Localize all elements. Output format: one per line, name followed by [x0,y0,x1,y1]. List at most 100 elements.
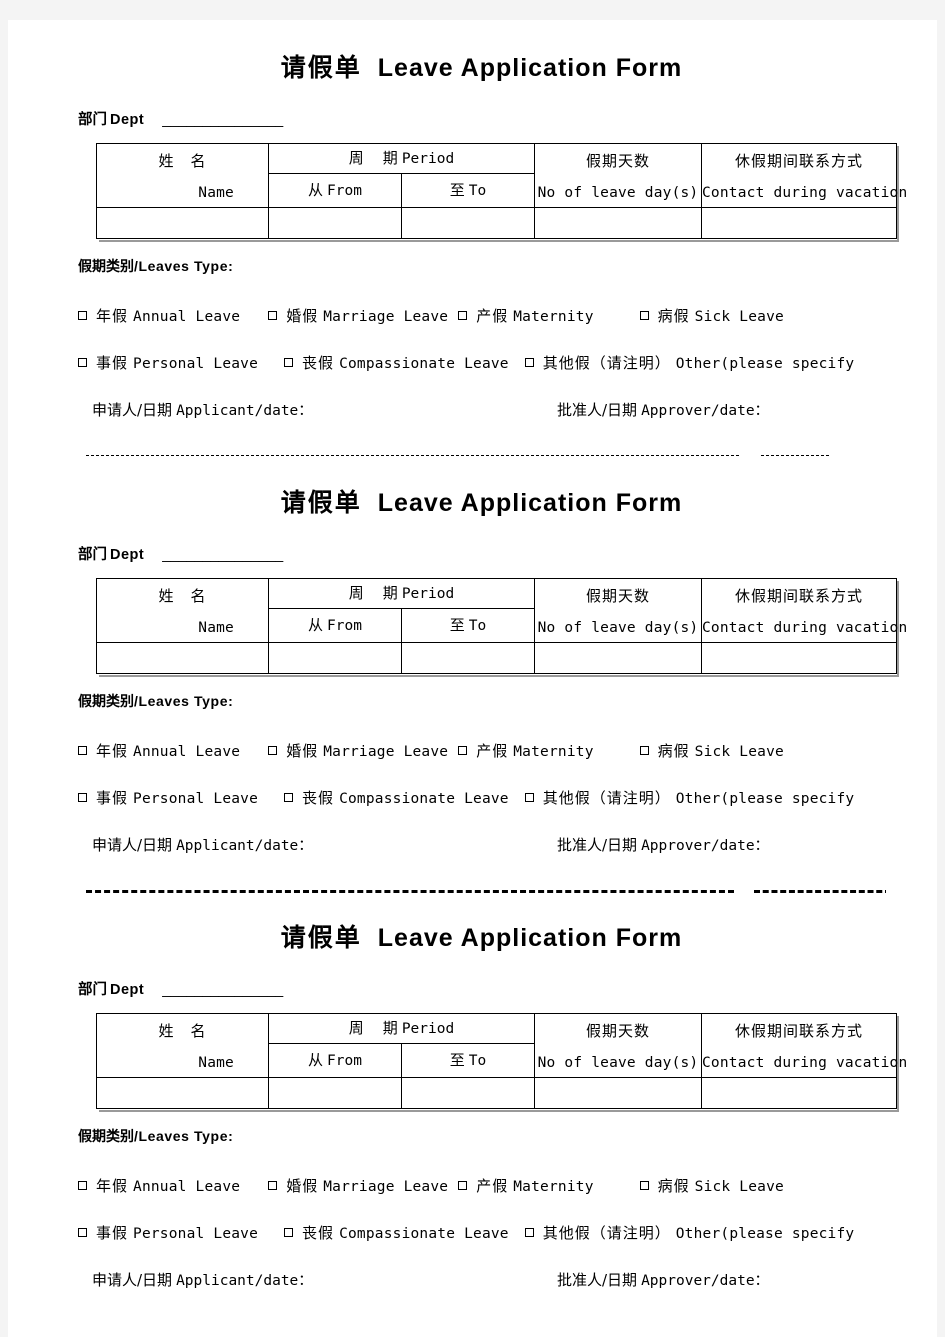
input-cell-contact[interactable] [701,642,897,674]
input-cell-from[interactable] [268,642,402,674]
dept-input-blank[interactable]: _______________ [162,112,283,128]
signature-row: 申请人/日期 Applicant/date： 批准人/日期 Approver/dat… [92,1269,937,1291]
header-to-cn: 至 [449,616,465,634]
checkbox-square-icon[interactable] [78,311,87,320]
input-cell-name[interactable] [96,642,269,674]
checkbox-square-icon[interactable] [458,311,468,320]
checkbox-marriage-leave[interactable]: 婚假 Marriage Leave [268,740,448,761]
input-cell-from[interactable] [268,207,402,239]
checkbox-label-cn: 年假 [96,307,129,325]
input-cell-to[interactable] [401,207,535,239]
checkbox-label-en: Annual Leave [133,744,241,760]
checkbox-marriage-leave[interactable]: 婚假 Marriage Leave [268,305,448,326]
checkbox-other-leave[interactable]: 其他假（请注明） Other(please specify [524,787,855,808]
checkbox-square-icon[interactable] [78,1181,87,1190]
separator-short-dash [761,455,829,456]
leaves-type-heading-en: /Leaves Type: [134,258,234,274]
input-cell-days[interactable] [534,1077,702,1109]
checkbox-annual-leave[interactable]: 年假 Annual Leave [78,1175,240,1196]
checkbox-annual-leave[interactable]: 年假 Annual Leave [78,740,240,761]
checkbox-square-icon[interactable] [524,793,534,802]
applicant-signature-field[interactable]: 申请人/日期 Applicant/date： [92,1269,313,1290]
checkbox-other-leave[interactable]: 其他假（请注明） Other(please specify [524,352,855,373]
checkbox-square-icon[interactable] [458,1181,468,1190]
leave-options-row-1: 年假 Annual Leave 婚假 Marriage Leave 产假 Matern… [78,305,937,326]
dept-input-blank[interactable]: _______________ [162,982,283,998]
checkbox-label-cn: 事假 [96,789,129,807]
leave-details-table-wrap: 姓 名 Name 周 期 Period 假期天数 No of leave day(… [96,578,907,677]
checkbox-sick-leave[interactable]: 病假 Sick Leave [639,1175,784,1196]
checkbox-square-icon[interactable] [458,746,468,755]
checkbox-square-icon[interactable] [284,793,294,802]
approver-signature-field[interactable]: 批准人/日期 Approver/date： [557,834,769,855]
checkbox-square-icon[interactable] [268,1181,278,1190]
leaves-type-heading-cn: 假期类别 [78,259,134,275]
checkbox-sick-leave[interactable]: 病假 Sick Leave [639,740,784,761]
input-cell-to[interactable] [401,1077,535,1109]
applicant-signature-field[interactable]: 申请人/日期 Applicant/date： [92,399,313,420]
checkbox-label-en: Other(please specify [675,791,855,807]
checkbox-other-leave[interactable]: 其他假（请注明） Other(please specify [524,1222,855,1243]
input-cell-name[interactable] [96,1077,269,1109]
checkbox-square-icon[interactable] [639,746,649,755]
leave-details-table: 姓 名 Name 周 期 Period 假期天数 No of leave day(… [96,1013,907,1109]
checkbox-personal-leave[interactable]: 事假 Personal Leave [78,1222,258,1243]
table-header-row: 姓 名 Name 周 期 Period 假期天数 No of leave day(… [96,1013,907,1078]
checkbox-square-icon[interactable] [284,358,294,367]
checkbox-annual-leave[interactable]: 年假 Annual Leave [78,305,240,326]
checkbox-square-icon[interactable] [639,1181,649,1190]
checkbox-compassionate-leave[interactable]: 丧假 Compassionate Leave [284,352,509,373]
applicant-label-en: Applicant/date： [176,838,313,854]
checkbox-square-icon[interactable] [78,358,87,367]
signature-row: 申请人/日期 Applicant/date： 批准人/日期 Approver/dat… [92,834,937,856]
checkbox-square-icon[interactable] [524,1228,534,1237]
dept-field: 部门 Dept _______________ [78,543,937,564]
checkbox-personal-leave[interactable]: 事假 Personal Leave [78,787,258,808]
checkbox-square-icon[interactable] [78,1228,87,1237]
checkbox-square-icon[interactable] [78,793,87,802]
header-name-en: Name [198,185,234,201]
approver-signature-field[interactable]: 批准人/日期 Approver/date： [557,399,769,420]
checkbox-maternity-leave[interactable]: 产假 Maternity [458,740,593,761]
header-from-cn: 从 [308,181,324,199]
header-cell-period: 周 期 Period [268,143,535,174]
header-to-en: To [468,183,487,199]
checkbox-square-icon[interactable] [284,1228,294,1237]
input-cell-to[interactable] [401,642,535,674]
header-contact-cn: 休假期间联系方式 [734,1022,863,1040]
checkbox-compassionate-leave[interactable]: 丧假 Compassionate Leave [284,787,509,808]
checkbox-marriage-leave[interactable]: 婚假 Marriage Leave [268,1175,448,1196]
checkbox-sick-leave[interactable]: 病假 Sick Leave [639,305,784,326]
checkbox-personal-leave[interactable]: 事假 Personal Leave [78,352,258,373]
checkbox-square-icon[interactable] [639,311,649,320]
checkbox-label-cn: 病假 [657,742,690,760]
input-cell-days[interactable] [534,642,702,674]
checkbox-square-icon[interactable] [524,358,534,367]
input-cell-name[interactable] [96,207,269,239]
leave-form-section-1: 请假单 Leave Application Form 部门 Dept ________… [8,20,937,461]
input-cell-contact[interactable] [701,207,897,239]
header-name-en: Name [198,1055,234,1071]
applicant-signature-field[interactable]: 申请人/日期 Applicant/date： [92,834,313,855]
checkbox-square-icon[interactable] [78,746,87,755]
input-cell-from[interactable] [268,1077,402,1109]
page-title-en: Leave Application Form [377,489,683,517]
header-to-cn: 至 [449,181,465,199]
leave-details-table: 姓 名 Name 周 期 Period 假期天数 No of leave day(… [96,143,907,239]
input-cell-days[interactable] [534,207,702,239]
dept-field: 部门 Dept _______________ [78,108,937,129]
checkbox-label-cn: 产假 [476,1177,509,1195]
checkbox-maternity-leave[interactable]: 产假 Maternity [458,305,593,326]
approver-signature-field[interactable]: 批准人/日期 Approver/date： [557,1269,769,1290]
header-cell-from: 从 From [268,173,402,208]
leaves-type-heading: 假期类别/Leaves Type: [78,1126,937,1146]
checkbox-maternity-leave[interactable]: 产假 Maternity [458,1175,593,1196]
checkbox-compassionate-leave[interactable]: 丧假 Compassionate Leave [284,1222,509,1243]
header-to-en: To [468,618,487,634]
dept-field: 部门 Dept _______________ [78,978,937,999]
checkbox-square-icon[interactable] [268,746,278,755]
dept-input-blank[interactable]: _______________ [162,547,283,563]
checkbox-square-icon[interactable] [268,311,278,320]
input-cell-contact[interactable] [701,1077,897,1109]
applicant-label-cn: 申请人/日期 [92,836,173,854]
